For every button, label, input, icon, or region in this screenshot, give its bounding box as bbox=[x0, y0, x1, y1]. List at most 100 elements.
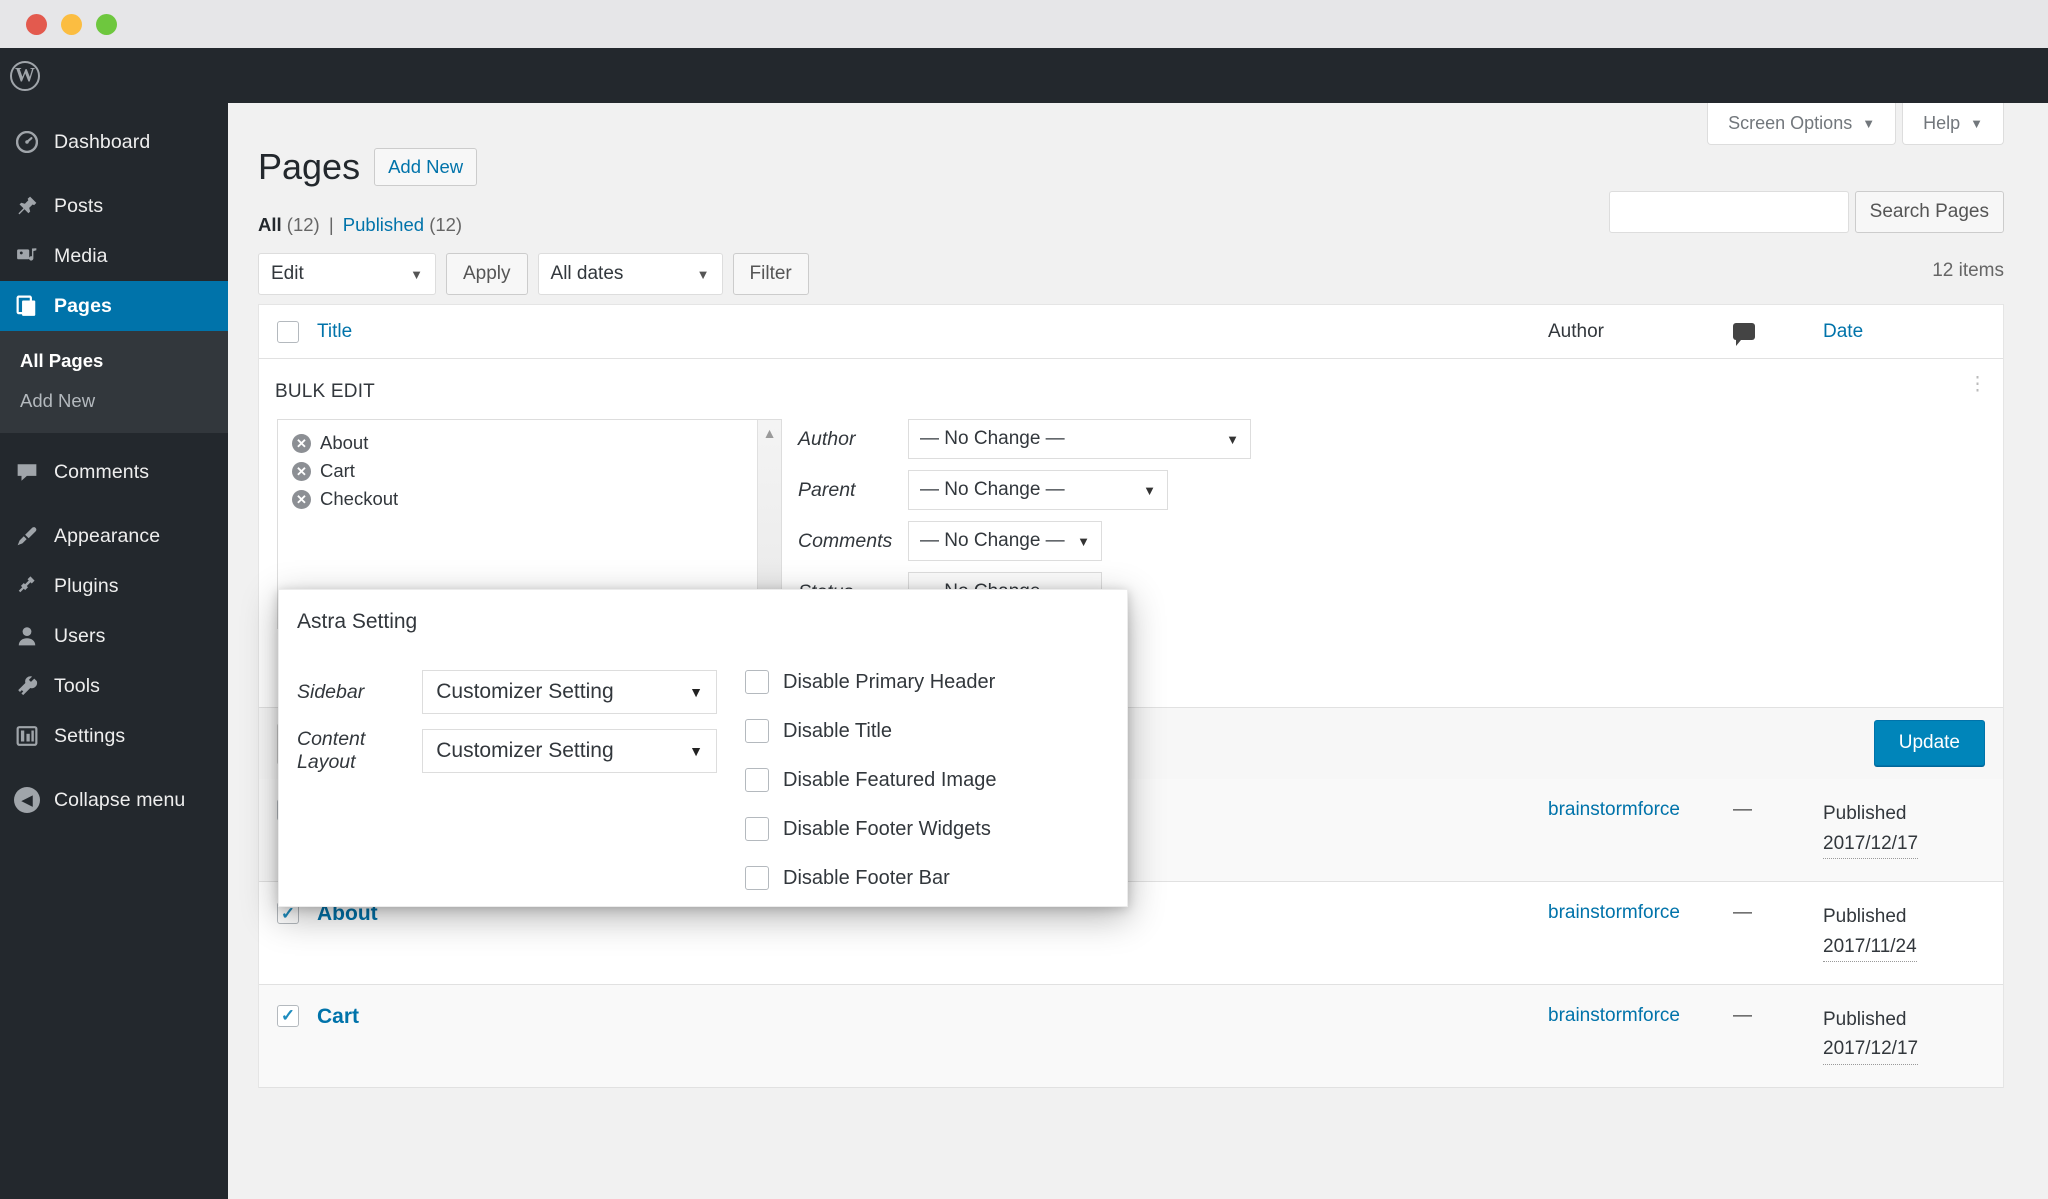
row-status: Published bbox=[1823, 803, 1907, 825]
sidebar-item-appearance[interactable]: Appearance bbox=[0, 511, 228, 561]
sidebar-subitem-label: All Pages bbox=[20, 350, 104, 371]
remove-circle-icon[interactable]: ✕ bbox=[292, 489, 311, 509]
row-author-link[interactable]: brainstormforce bbox=[1548, 799, 1680, 820]
astra-setting-panel: Astra Setting Sidebar Customizer Setting… bbox=[278, 589, 1128, 907]
admin-sidebar-menu: W Dashboard Posts Media Pages All Pages … bbox=[0, 48, 228, 1199]
sidebar-item-dashboard[interactable]: Dashboard bbox=[0, 117, 228, 167]
bulk-field-comments: Comments — No Change — ▼ bbox=[798, 521, 1251, 562]
astra-checkboxes: Disable Primary Header Disable Title Dis… bbox=[717, 670, 996, 915]
astra-setting-body: Sidebar Customizer Setting ▼ Content Lay… bbox=[279, 634, 1127, 915]
row-checkbox[interactable]: ✓ bbox=[277, 1004, 299, 1027]
sidebar-item-label: Media bbox=[54, 244, 108, 267]
bulk-action-select[interactable]: Edit ▼ bbox=[258, 253, 436, 296]
page-title: Pages bbox=[258, 146, 361, 187]
list-item-label: Cart bbox=[320, 460, 355, 482]
disable-footer-bar-checkbox[interactable] bbox=[745, 866, 769, 890]
sidebar-item-tools[interactable]: Tools bbox=[0, 661, 228, 711]
date-filter-select[interactable]: All dates ▼ bbox=[537, 253, 723, 296]
view-all-link[interactable]: All bbox=[258, 214, 282, 235]
scroll-up-icon[interactable]: ▲ bbox=[763, 425, 777, 441]
wordpress-logo[interactable]: W bbox=[0, 48, 228, 103]
collapse-menu-button[interactable]: ◀ Collapse menu bbox=[0, 775, 228, 825]
bulk-edit-heading: BULK EDIT bbox=[275, 381, 375, 403]
minimize-window-button[interactable] bbox=[61, 14, 82, 35]
brush-icon bbox=[14, 523, 40, 549]
search-pages-button[interactable]: Search Pages bbox=[1854, 191, 2004, 233]
pin-icon bbox=[14, 193, 40, 219]
remove-circle-icon[interactable]: ✕ bbox=[292, 461, 311, 481]
update-button[interactable]: Update bbox=[1873, 720, 1985, 767]
sidebar-item-comments[interactable]: Comments bbox=[0, 447, 228, 497]
content-layout-select[interactable]: Customizer Setting ▼ bbox=[422, 729, 717, 773]
row-comments-count: — bbox=[1733, 799, 1752, 821]
select-all-checkbox[interactable] bbox=[277, 320, 299, 343]
row-date-cell: Published 2017/11/24 bbox=[1823, 902, 2003, 962]
sidebar-item-users[interactable]: Users bbox=[0, 611, 228, 661]
checkbox-row-disable-title[interactable]: Disable Title bbox=[745, 719, 996, 743]
disable-title-checkbox[interactable] bbox=[745, 719, 769, 743]
chevron-down-icon: ▼ bbox=[410, 266, 423, 282]
column-header-comments[interactable] bbox=[1733, 323, 1823, 347]
add-new-page-button[interactable]: Add New bbox=[374, 147, 478, 186]
item-count-label: 12 items bbox=[1932, 260, 2004, 282]
parent-select[interactable]: — No Change — ▼ bbox=[908, 470, 1168, 511]
comments-select[interactable]: — No Change — ▼ bbox=[908, 521, 1102, 562]
sidebar-item-label: Tools bbox=[54, 674, 101, 697]
chevron-down-icon: ▼ bbox=[689, 743, 703, 759]
author-select[interactable]: — No Change — ▼ bbox=[908, 419, 1251, 460]
traffic-lights bbox=[26, 14, 117, 35]
search-input[interactable] bbox=[1608, 191, 1849, 233]
checkbox-label: Disable Title bbox=[783, 719, 892, 742]
row-title-link[interactable]: Cart bbox=[317, 1005, 359, 1028]
astra-field-label: Content Layout bbox=[297, 728, 366, 773]
plug-icon bbox=[14, 573, 40, 599]
list-item: ✕ Cart bbox=[278, 457, 781, 485]
checkbox-row-disable-primary-header[interactable]: Disable Primary Header bbox=[745, 670, 996, 694]
view-published-link[interactable]: Published bbox=[343, 214, 424, 235]
view-published-count: (12) bbox=[429, 214, 463, 236]
pages-icon bbox=[14, 293, 40, 319]
disable-featured-image-checkbox[interactable] bbox=[745, 768, 769, 792]
field-label: Author bbox=[798, 427, 856, 450]
comment-bubble-icon bbox=[1733, 323, 1755, 347]
sidebar-item-pages[interactable]: Pages bbox=[0, 281, 228, 331]
sidebar-select[interactable]: Customizer Setting ▼ bbox=[422, 670, 717, 714]
row-date-cell: Published 2017/12/17 bbox=[1823, 799, 2003, 860]
media-icon bbox=[14, 243, 40, 269]
astra-selects: Sidebar Customizer Setting ▼ Content Lay… bbox=[297, 670, 717, 915]
checkbox-row-disable-footer-widgets[interactable]: Disable Footer Widgets bbox=[745, 817, 996, 841]
sidebar-item-plugins[interactable]: Plugins bbox=[0, 561, 228, 611]
astra-setting-heading: Astra Setting bbox=[297, 610, 418, 633]
row-date-cell: Published 2017/12/17 bbox=[1823, 1005, 2003, 1065]
sidebar-item-all-pages[interactable]: All Pages bbox=[0, 341, 228, 381]
sidebar-item-settings[interactable]: Settings bbox=[0, 711, 228, 761]
close-window-button[interactable] bbox=[26, 14, 47, 35]
filter-button[interactable]: Filter bbox=[732, 253, 809, 296]
column-header-date[interactable]: Date bbox=[1823, 321, 2003, 343]
sidebar-item-label: Users bbox=[54, 624, 106, 647]
list-item-label: Checkout bbox=[320, 488, 399, 510]
disable-footer-widgets-checkbox[interactable] bbox=[745, 817, 769, 841]
drag-handle-icon[interactable]: ⋮ bbox=[1968, 375, 1987, 395]
sidebar-select-value: Customizer Setting bbox=[436, 680, 614, 703]
row-author-link[interactable]: brainstormforce bbox=[1548, 902, 1680, 923]
bulk-field-author: Author — No Change — ▼ bbox=[798, 419, 1251, 460]
row-author-link[interactable]: brainstormforce bbox=[1548, 1005, 1680, 1026]
checkbox-row-disable-footer-bar[interactable]: Disable Footer Bar bbox=[745, 866, 996, 890]
sidebar-item-posts[interactable]: Posts bbox=[0, 181, 228, 231]
sidebar-item-add-new[interactable]: Add New bbox=[0, 381, 228, 421]
parent-select-value: — No Change — bbox=[920, 479, 1065, 501]
sidebar-item-label: Pages bbox=[54, 294, 112, 317]
sidebar-item-label: Posts bbox=[54, 194, 104, 217]
apply-bulk-action-button[interactable]: Apply bbox=[446, 253, 528, 296]
maximize-window-button[interactable] bbox=[96, 14, 117, 35]
checkbox-row-disable-featured-image[interactable]: Disable Featured Image bbox=[745, 768, 996, 792]
menu-spacer bbox=[0, 433, 228, 447]
remove-circle-icon[interactable]: ✕ bbox=[292, 433, 311, 453]
menu-spacer bbox=[0, 103, 228, 117]
sidebar-item-media[interactable]: Media bbox=[0, 231, 228, 281]
row-status: Published bbox=[1823, 906, 1907, 928]
column-header-title[interactable]: Title bbox=[317, 321, 1548, 343]
checkbox-label: Disable Primary Header bbox=[783, 670, 996, 693]
disable-primary-header-checkbox[interactable] bbox=[745, 670, 769, 694]
